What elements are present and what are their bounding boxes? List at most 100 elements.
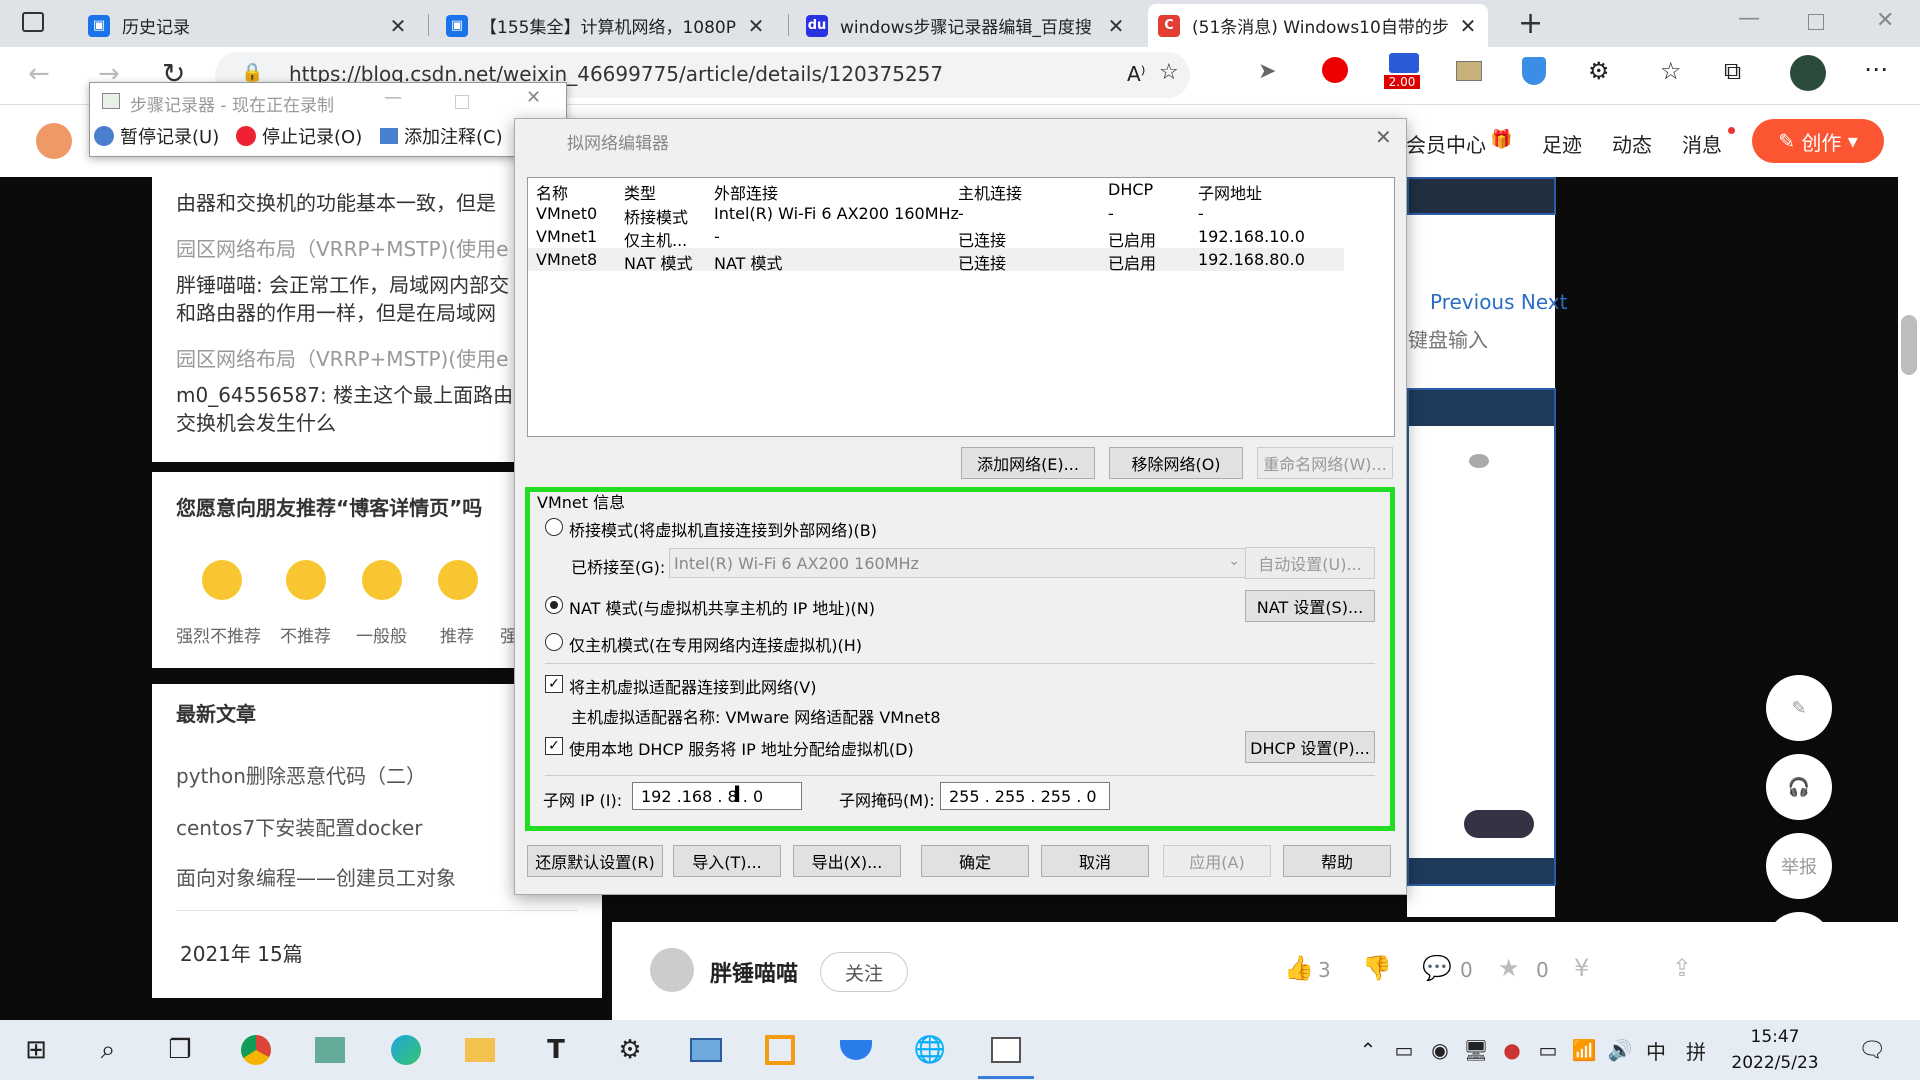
help-button[interactable]: 帮助 — [1283, 845, 1391, 877]
bridged-label[interactable]: 桥接模式(将虚拟机直接连接到外部网络)(B) — [569, 517, 877, 541]
table-row[interactable]: VMnet0 桥接模式 Intel(R) Wi-Fi 6 AX200 160MH… — [528, 202, 1344, 227]
export-button[interactable]: 导出(X)... — [793, 845, 901, 877]
use-dhcp-checkbox[interactable]: ✓ — [545, 737, 563, 755]
tray-chrome-icon[interactable]: ◉ — [1420, 1030, 1460, 1070]
comment-line[interactable]: 胖锤喵喵: 会正常工作，局域网内部交 — [176, 269, 509, 298]
workspace-icon[interactable] — [22, 12, 44, 32]
rename-network-button[interactable]: 重命名网络(W)... — [1257, 447, 1393, 479]
comment-line[interactable]: 园区网络布局（VRRP+MSTP)(使用e — [176, 233, 508, 262]
face-neutral-icon[interactable] — [362, 560, 402, 600]
maximize-button[interactable] — [455, 95, 469, 109]
latest-article-link[interactable]: python删除恶意代码（二） — [176, 760, 426, 789]
ime-pinyin[interactable]: 拼 — [1676, 1030, 1716, 1070]
notification-icon[interactable]: 🗨 — [1852, 1030, 1892, 1070]
shield-extension-icon[interactable] — [1522, 57, 1546, 85]
battery-icon[interactable]: ▭ — [1528, 1030, 1568, 1070]
start-icon[interactable]: ⊞ — [16, 1030, 56, 1070]
page-scrollbar[interactable] — [1898, 105, 1920, 1020]
face-bad-icon[interactable] — [286, 560, 326, 600]
new-tab-button[interactable]: + — [1518, 6, 1543, 41]
typora-icon[interactable]: T — [536, 1030, 576, 1070]
comment-line[interactable]: 和路由器的作用一样，但是在局域网 — [176, 297, 496, 326]
read-aloud-icon[interactable]: A⁾ — [1127, 62, 1146, 86]
cancel-button[interactable]: 取消 — [1041, 845, 1149, 877]
bridged-radio[interactable] — [545, 518, 563, 536]
more-icon[interactable]: ⋯ — [1864, 55, 1888, 83]
vmware-icon[interactable] — [760, 1030, 800, 1070]
stop-record-button[interactable]: 停止记录(O) — [236, 123, 362, 149]
share-icon[interactable]: ⇪ — [1672, 954, 1692, 982]
column-header[interactable]: 名称 — [536, 180, 568, 204]
tab-bilibili[interactable]: ▣ 【155集全】计算机网络，1080P ✕ — [436, 4, 776, 47]
edge-icon[interactable] — [386, 1030, 426, 1070]
header-item-footprint[interactable]: 足迹 — [1542, 129, 1582, 158]
face-good-icon[interactable] — [438, 560, 478, 600]
feishu-icon[interactable] — [836, 1030, 876, 1070]
table-row-selected[interactable]: VMnet8 NAT 模式 NAT 模式 已连接 已启用 192.168.80.… — [528, 248, 1344, 273]
pause-record-button[interactable]: 暂停记录(U) — [94, 123, 219, 149]
prev-next-link[interactable]: Previous Next — [1430, 290, 1567, 314]
table-row[interactable]: VMnet1 仅主机... - 已连接 已启用 192.168.10.0 — [528, 225, 1344, 250]
chrome-icon[interactable] — [236, 1030, 276, 1070]
image-extension-icon[interactable] — [1456, 61, 1482, 81]
clock[interactable]: 15:47 2022/5/23 — [1720, 1024, 1830, 1076]
bridged-to-select[interactable]: Intel(R) Wi-Fi 6 AX200 160MHz ⌄ — [669, 548, 1249, 578]
column-header[interactable]: 类型 — [624, 180, 656, 204]
nat-settings-button[interactable]: NAT 设置(S)... — [1245, 590, 1375, 622]
header-item-messages[interactable]: 消息 — [1682, 129, 1722, 158]
rating-label[interactable]: 一般般 — [356, 622, 407, 647]
comment-line[interactable]: 交换机会发生什么 — [176, 407, 336, 436]
comment-icon[interactable]: 💬 — [1422, 954, 1452, 982]
close-icon[interactable]: ✕ — [388, 14, 408, 38]
extension-badge-icon[interactable]: 2.00 — [1384, 53, 1424, 93]
edit-icon[interactable]: ✎ — [1766, 675, 1832, 741]
adblock-icon[interactable] — [1322, 57, 1348, 83]
settings-icon[interactable]: ⚙ — [610, 1030, 650, 1070]
hostonly-label[interactable]: 仅主机模式(在专用网络内连接虚拟机)(H) — [569, 632, 862, 656]
rating-label[interactable]: 推荐 — [440, 622, 474, 647]
tray-app-icon[interactable]: ▭ — [1384, 1030, 1424, 1070]
favorite-add-icon[interactable]: ☆ — [1159, 60, 1179, 85]
restore-defaults-button[interactable]: 还原默认设置(R) — [527, 845, 663, 877]
add-comment-button[interactable]: 添加注释(C) — [380, 123, 503, 149]
search-icon[interactable]: ⌕ — [88, 1030, 128, 1070]
column-header[interactable]: 主机连接 — [958, 180, 1022, 204]
tab-history[interactable]: ▣ 历史记录 ✕ — [78, 4, 418, 47]
csdn-logo-icon[interactable] — [36, 123, 72, 159]
star-icon[interactable]: ★ — [1498, 954, 1520, 982]
favorites-icon[interactable]: ☆ — [1660, 57, 1682, 85]
volume-icon[interactable]: 🔊 — [1600, 1030, 1640, 1070]
dislike-icon[interactable]: 👎 — [1362, 954, 1392, 982]
close-button[interactable]: ✕ — [526, 87, 541, 108]
minimize-button[interactable]: — — [1738, 6, 1760, 31]
remove-network-button[interactable]: 移除网络(O) — [1109, 447, 1243, 479]
add-network-button[interactable]: 添加网络(E)... — [961, 447, 1095, 479]
tray-red-app-icon[interactable]: ● — [1492, 1030, 1532, 1070]
comment-line[interactable]: 由器和交换机的功能基本一致，但是 — [176, 187, 496, 216]
wifi-icon[interactable]: 📶 — [1564, 1030, 1604, 1070]
face-very-bad-icon[interactable] — [202, 560, 242, 600]
apply-button[interactable]: 应用(A) — [1163, 845, 1271, 877]
tab-csdn[interactable]: C (51条消息) Windows10自带的步 ✕ — [1148, 4, 1488, 47]
subnet-mask-input[interactable]: 255 . 255 . 255 . 0 — [940, 782, 1110, 810]
rating-label[interactable]: 强烈不推荐 — [176, 622, 261, 647]
tray-device-icon[interactable]: 🖥 — [1456, 1030, 1496, 1070]
create-button[interactable]: ✎ 创作 ▾ — [1752, 119, 1884, 163]
reward-icon[interactable]: ¥ — [1574, 954, 1589, 982]
nat-radio[interactable] — [545, 596, 563, 614]
like-icon[interactable]: 👍 — [1284, 954, 1314, 982]
extensions-icon[interactable]: ⚙ — [1588, 57, 1610, 85]
author-avatar[interactable] — [650, 948, 694, 992]
column-header[interactable]: 子网地址 — [1198, 180, 1262, 204]
rating-label[interactable]: 不推荐 — [280, 622, 331, 647]
collections-icon[interactable]: ⧉ — [1724, 57, 1741, 85]
use-dhcp-label[interactable]: 使用本地 DHCP 服务将 IP 地址分配给虚拟机(D) — [569, 736, 914, 760]
dhcp-settings-button[interactable]: DHCP 设置(P)... — [1245, 731, 1375, 763]
latest-article-link[interactable]: centos7下安装配置docker — [176, 812, 423, 841]
ime-chinese[interactable]: 中 — [1636, 1030, 1676, 1070]
globe-icon[interactable]: 🌐 — [910, 1030, 950, 1070]
header-item-vip[interactable]: 会员中心 — [1406, 129, 1486, 158]
monitor-app-icon[interactable] — [686, 1030, 726, 1070]
follow-button[interactable]: 关注 — [820, 952, 908, 992]
chart-app-icon[interactable] — [310, 1030, 350, 1070]
